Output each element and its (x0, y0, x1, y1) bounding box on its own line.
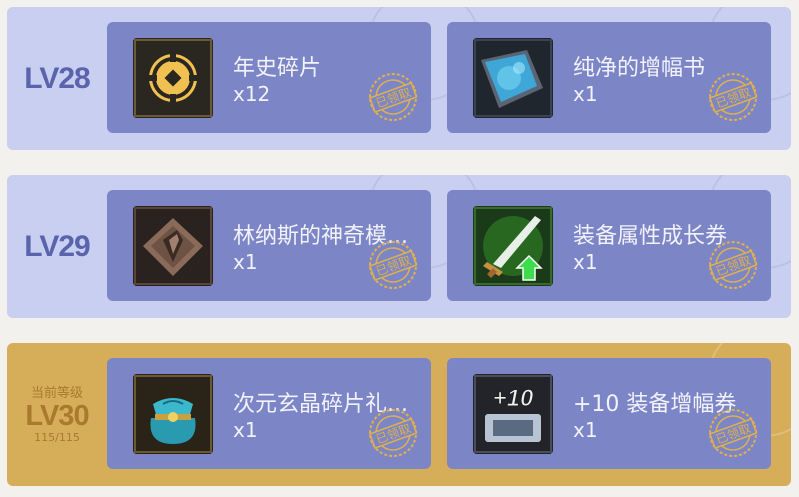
level-row-28: LV28 年史碎片 x12 已领取 纯净的增幅书 x1 已领取 (7, 7, 791, 150)
level-row-29: LV29 林纳斯的神奇模... x1 已领取 装备属性成长券 x1 已领取 (7, 175, 791, 318)
level-row-30-current: 当前等级 LV30 115/115 次元玄晶碎片礼... x1 已领取 +10 … (7, 343, 791, 486)
reward-card[interactable]: 年史碎片 x12 已领取 (107, 22, 431, 133)
claimed-stamp-icon: 已领取 (367, 407, 419, 459)
current-level-caption: 当前等级 (30, 385, 83, 401)
reward-name: 年史碎片 (233, 56, 322, 81)
coin-fragment-icon (133, 38, 213, 118)
level-label-block: 当前等级 LV30 115/115 (7, 343, 107, 486)
claimed-stamp-icon: 已领取 (707, 407, 759, 459)
level-label-block: LV28 (7, 7, 107, 150)
reward-card[interactable]: +10 +10 装备增幅券 x1 已领取 (447, 358, 771, 469)
plus10-ticket-icon: +10 (473, 374, 553, 454)
reward-card[interactable]: 次元玄晶碎片礼... x1 已领取 (107, 358, 431, 469)
claimed-stamp-icon: 已领取 (367, 239, 419, 291)
reward-quantity: x1 (233, 250, 258, 274)
sword-upgrade-icon (473, 206, 553, 286)
reward-quantity: x1 (233, 418, 258, 442)
level-label: LV28 (24, 61, 90, 95)
blue-book-icon (473, 38, 553, 118)
reward-quantity: x1 (573, 250, 598, 274)
reward-card[interactable]: 林纳斯的神奇模... x1 已领取 (107, 190, 431, 301)
level-label: LV30 (25, 399, 89, 432)
reward-quantity: x1 (573, 418, 598, 442)
claimed-stamp-icon: 已领取 (707, 71, 759, 123)
reward-quantity: x1 (573, 82, 598, 106)
reward-name: 装备属性成长券 (573, 224, 728, 249)
svg-text:+10: +10 (493, 385, 534, 412)
claimed-stamp-icon: 已领取 (707, 239, 759, 291)
level-progress: 115/115 (34, 430, 80, 444)
gift-bag-icon (133, 374, 213, 454)
level-label-block: LV29 (7, 175, 107, 318)
reward-card[interactable]: 纯净的增幅书 x1 已领取 (447, 22, 771, 133)
reward-name: 纯净的增幅书 (573, 56, 706, 81)
reward-card[interactable]: 装备属性成长券 x1 已领取 (447, 190, 771, 301)
level-label: LV29 (24, 229, 90, 263)
claimed-stamp-icon: 已领取 (367, 71, 419, 123)
reward-quantity: x12 (233, 82, 271, 106)
mold-icon (133, 206, 213, 286)
